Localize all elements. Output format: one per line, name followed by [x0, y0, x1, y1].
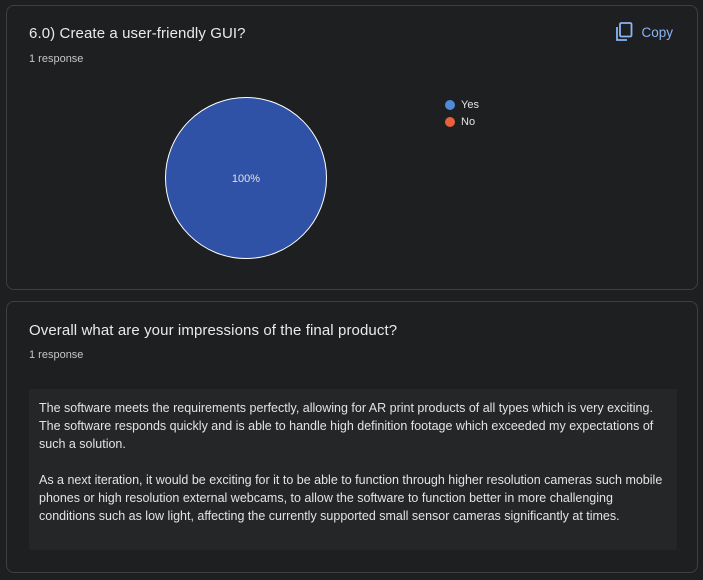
legend-label-yes: Yes [461, 98, 479, 111]
legend-label-no: No [461, 115, 476, 128]
pie-slice-label: 100% [232, 173, 260, 185]
question-title: Overall what are your impressions of the… [29, 322, 398, 339]
response-count: 1 response [29, 53, 84, 65]
response-count: 1 response [29, 349, 84, 361]
question-card-gui: 6.0) Create a user-friendly GUI? 1 respo… [6, 5, 698, 290]
question-title: 6.0) Create a user-friendly GUI? [29, 25, 246, 42]
response-paragraph-2: As a next iteration, it would be excitin… [39, 473, 663, 523]
legend-swatch-yes [445, 99, 455, 110]
legend-item-no[interactable]: No [445, 113, 479, 130]
copy-icon [615, 22, 633, 42]
response-paragraph-1: The software meets the requirements perf… [39, 401, 654, 451]
copy-button[interactable]: Copy [615, 22, 673, 42]
text-response: The software meets the requirements perf… [29, 389, 677, 550]
legend-item-yes[interactable]: Yes [445, 96, 479, 113]
chart-legend: Yes No [445, 96, 479, 130]
pie-chart: 100% [164, 96, 328, 260]
copy-label: Copy [641, 24, 673, 40]
legend-swatch-no [445, 116, 455, 127]
question-card-impressions: Overall what are your impressions of the… [6, 301, 698, 573]
